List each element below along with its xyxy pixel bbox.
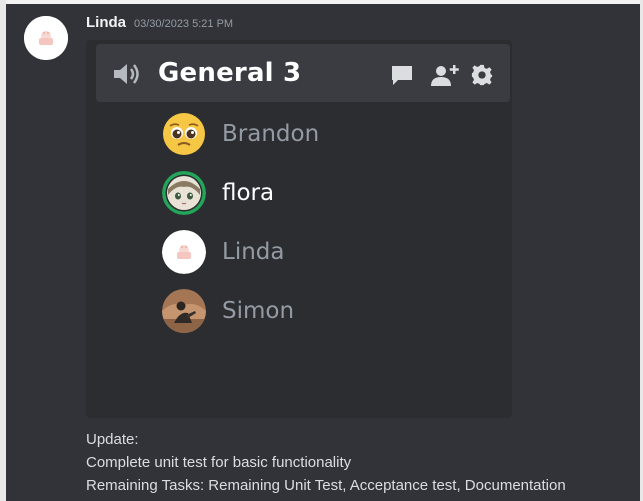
message-line: Update: — [86, 431, 139, 448]
chat-icon[interactable] — [390, 64, 414, 86]
speaker-icon — [114, 64, 139, 84]
message-timestamp: 03/30/2023 5:21 PM — [134, 18, 234, 30]
message-content: Update: Complete unit test for basic fun… — [86, 428, 566, 497]
voice-member[interactable]: Brandon — [162, 112, 319, 156]
message-header: Linda 03/30/2023 5:21 PM — [86, 14, 233, 31]
author-name[interactable]: Linda — [86, 14, 126, 31]
voice-member-speaking[interactable]: flora — [162, 171, 274, 215]
member-name: Linda — [222, 239, 285, 265]
user-avatar-icon — [162, 230, 206, 274]
add-user-icon[interactable] — [430, 64, 460, 86]
channel-name: General 3 — [158, 58, 302, 88]
left-border — [0, 0, 6, 501]
message-line: Complete unit test for basic functionali… — [86, 454, 352, 471]
voice-channel-header[interactable]: General 3 — [96, 44, 510, 102]
photo-avatar — [162, 289, 206, 333]
member-name: Simon — [222, 298, 295, 324]
author-avatar[interactable] — [24, 16, 68, 60]
gear-icon[interactable] — [470, 64, 494, 86]
member-name: flora — [222, 180, 275, 206]
member-name: Brandon — [222, 121, 320, 147]
pleading-emoji-avatar — [162, 112, 206, 156]
voice-member[interactable]: Linda — [162, 230, 284, 274]
voice-member[interactable]: Simon — [162, 289, 294, 333]
message-line: Remaining Tasks: Remaining Unit Test, Ac… — [86, 477, 566, 494]
anime-avatar — [162, 171, 206, 215]
chat-frame: Linda 03/30/2023 5:21 PM General 3 Brand… — [0, 0, 643, 501]
voice-channel-card: General 3 Brandon flora Linda Simon — [86, 40, 512, 418]
user-avatar-icon — [24, 16, 68, 60]
top-border — [0, 0, 643, 4]
